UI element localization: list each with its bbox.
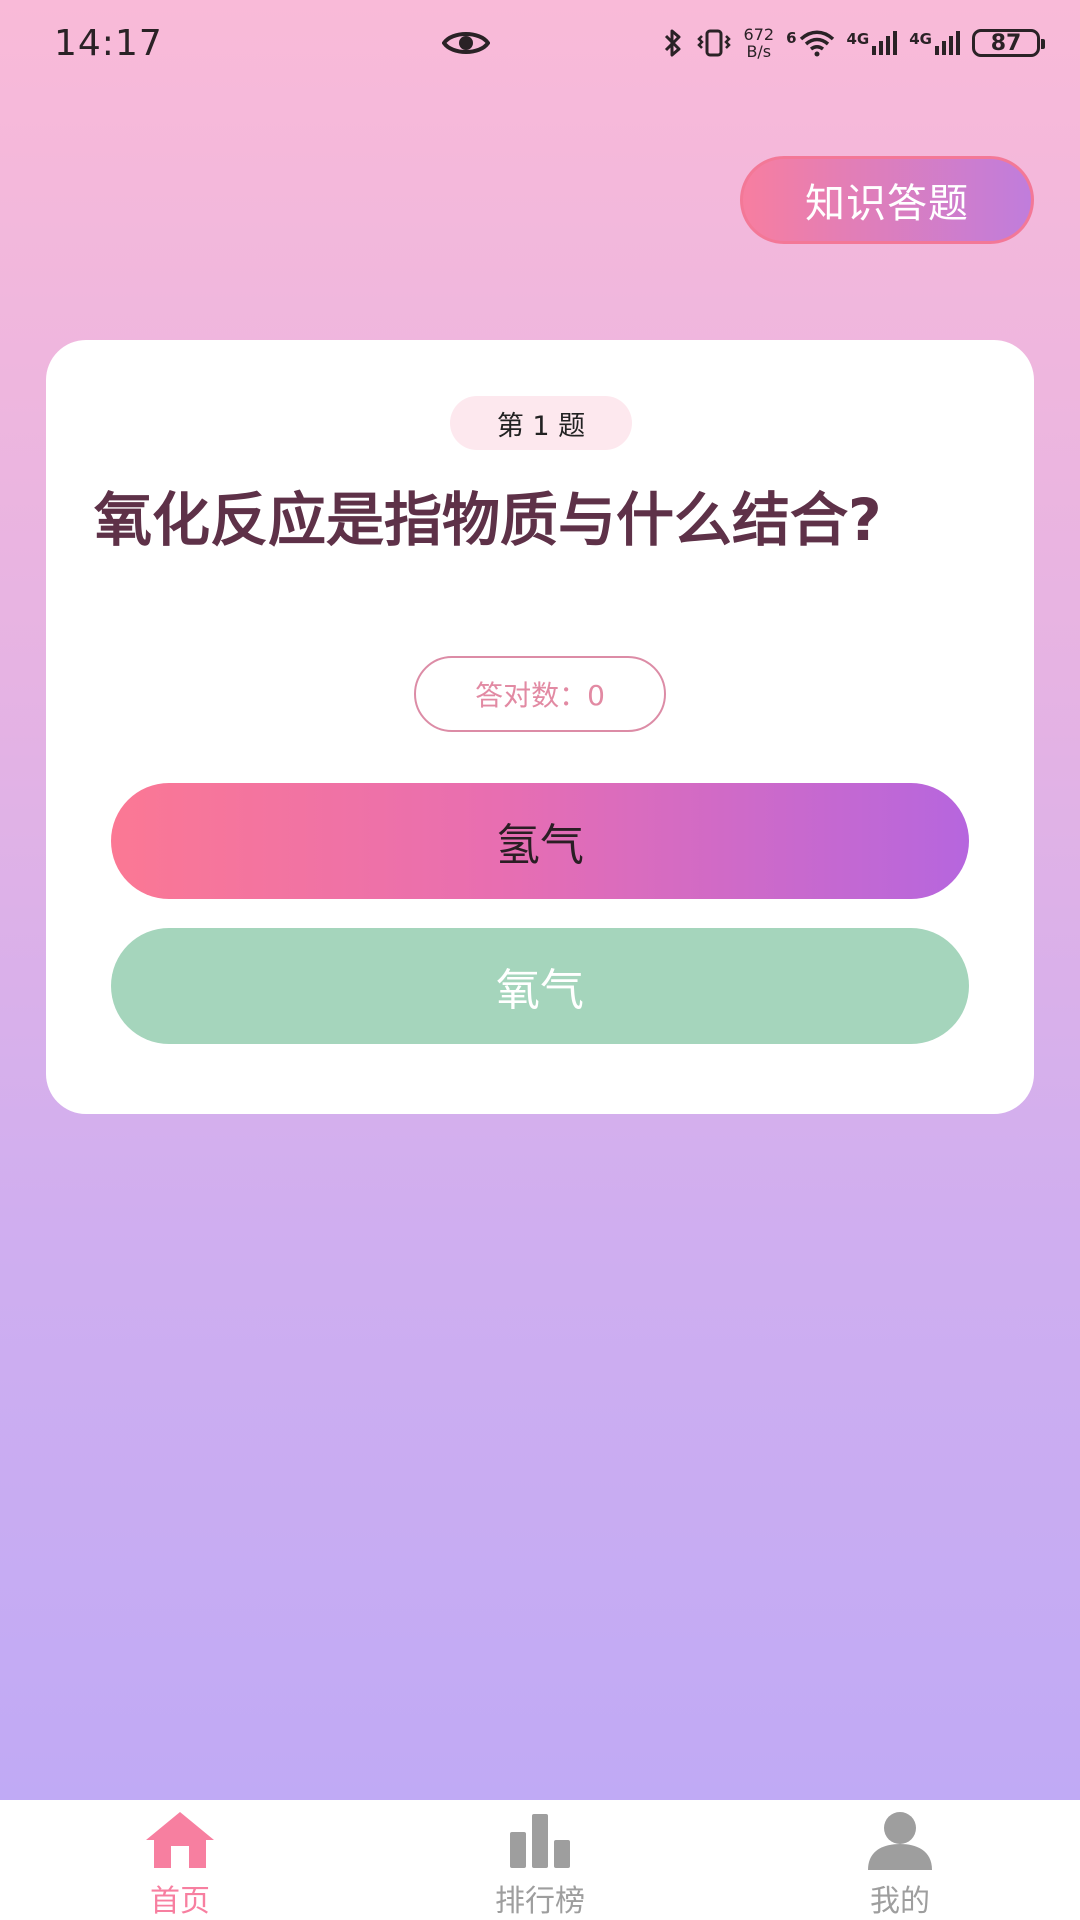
question-number-badge: 第 1 题 bbox=[450, 396, 632, 450]
nav-label-me: 我的 bbox=[870, 1884, 930, 1919]
knowledge-quiz-button[interactable]: 知识答题 bbox=[740, 156, 1034, 244]
battery-icon: 87 bbox=[972, 29, 1045, 57]
question-text: 氧化反应是指物质与什么结合? bbox=[94, 486, 882, 554]
signal-2-label: 4G bbox=[909, 30, 932, 48]
signal-1-label: 4G bbox=[846, 30, 870, 48]
nav-item-me[interactable]: 我的 bbox=[780, 1800, 1020, 1920]
battery-level: 87 bbox=[990, 30, 1022, 56]
vibrate-icon bbox=[696, 28, 732, 58]
nav-label-home: 首页 bbox=[150, 1884, 210, 1919]
answer-option-hydrogen[interactable]: 氢气 bbox=[111, 783, 969, 899]
status-time: 14:17 bbox=[54, 22, 163, 64]
quiz-card: 第 1 题 氧化反应是指物质与什么结合? 答对数：0 氢气 氧气 bbox=[46, 340, 1034, 1114]
wifi-badge: 6 bbox=[786, 29, 797, 47]
signal-group-2: 4G bbox=[909, 30, 960, 56]
nav-item-home[interactable]: 首页 bbox=[60, 1800, 300, 1920]
signal-bars-icon bbox=[871, 30, 898, 56]
wifi-group: 6 bbox=[786, 29, 834, 57]
network-speed: 672 B/s bbox=[744, 26, 775, 60]
network-speed-unit: B/s bbox=[746, 42, 772, 61]
bluetooth-icon bbox=[662, 28, 684, 58]
nav-item-ranking[interactable]: 排行榜 bbox=[420, 1800, 660, 1920]
eye-icon bbox=[441, 26, 491, 60]
status-icons: 672 B/s 6 4G 4G 87 bbox=[662, 26, 1045, 60]
correct-count-badge: 答对数：0 bbox=[414, 656, 666, 732]
status-bar: 14:17 672 B/s 6 4G 4G 87 bbox=[0, 0, 1080, 86]
signal-group-1: 4G bbox=[847, 30, 898, 56]
bottom-nav: 首页 排行榜 我的 bbox=[0, 1800, 1080, 1920]
wifi-icon bbox=[799, 29, 835, 57]
answer-option-oxygen[interactable]: 氧气 bbox=[111, 928, 969, 1044]
nav-label-ranking: 排行榜 bbox=[495, 1884, 585, 1919]
signal-bars-icon bbox=[934, 30, 960, 56]
